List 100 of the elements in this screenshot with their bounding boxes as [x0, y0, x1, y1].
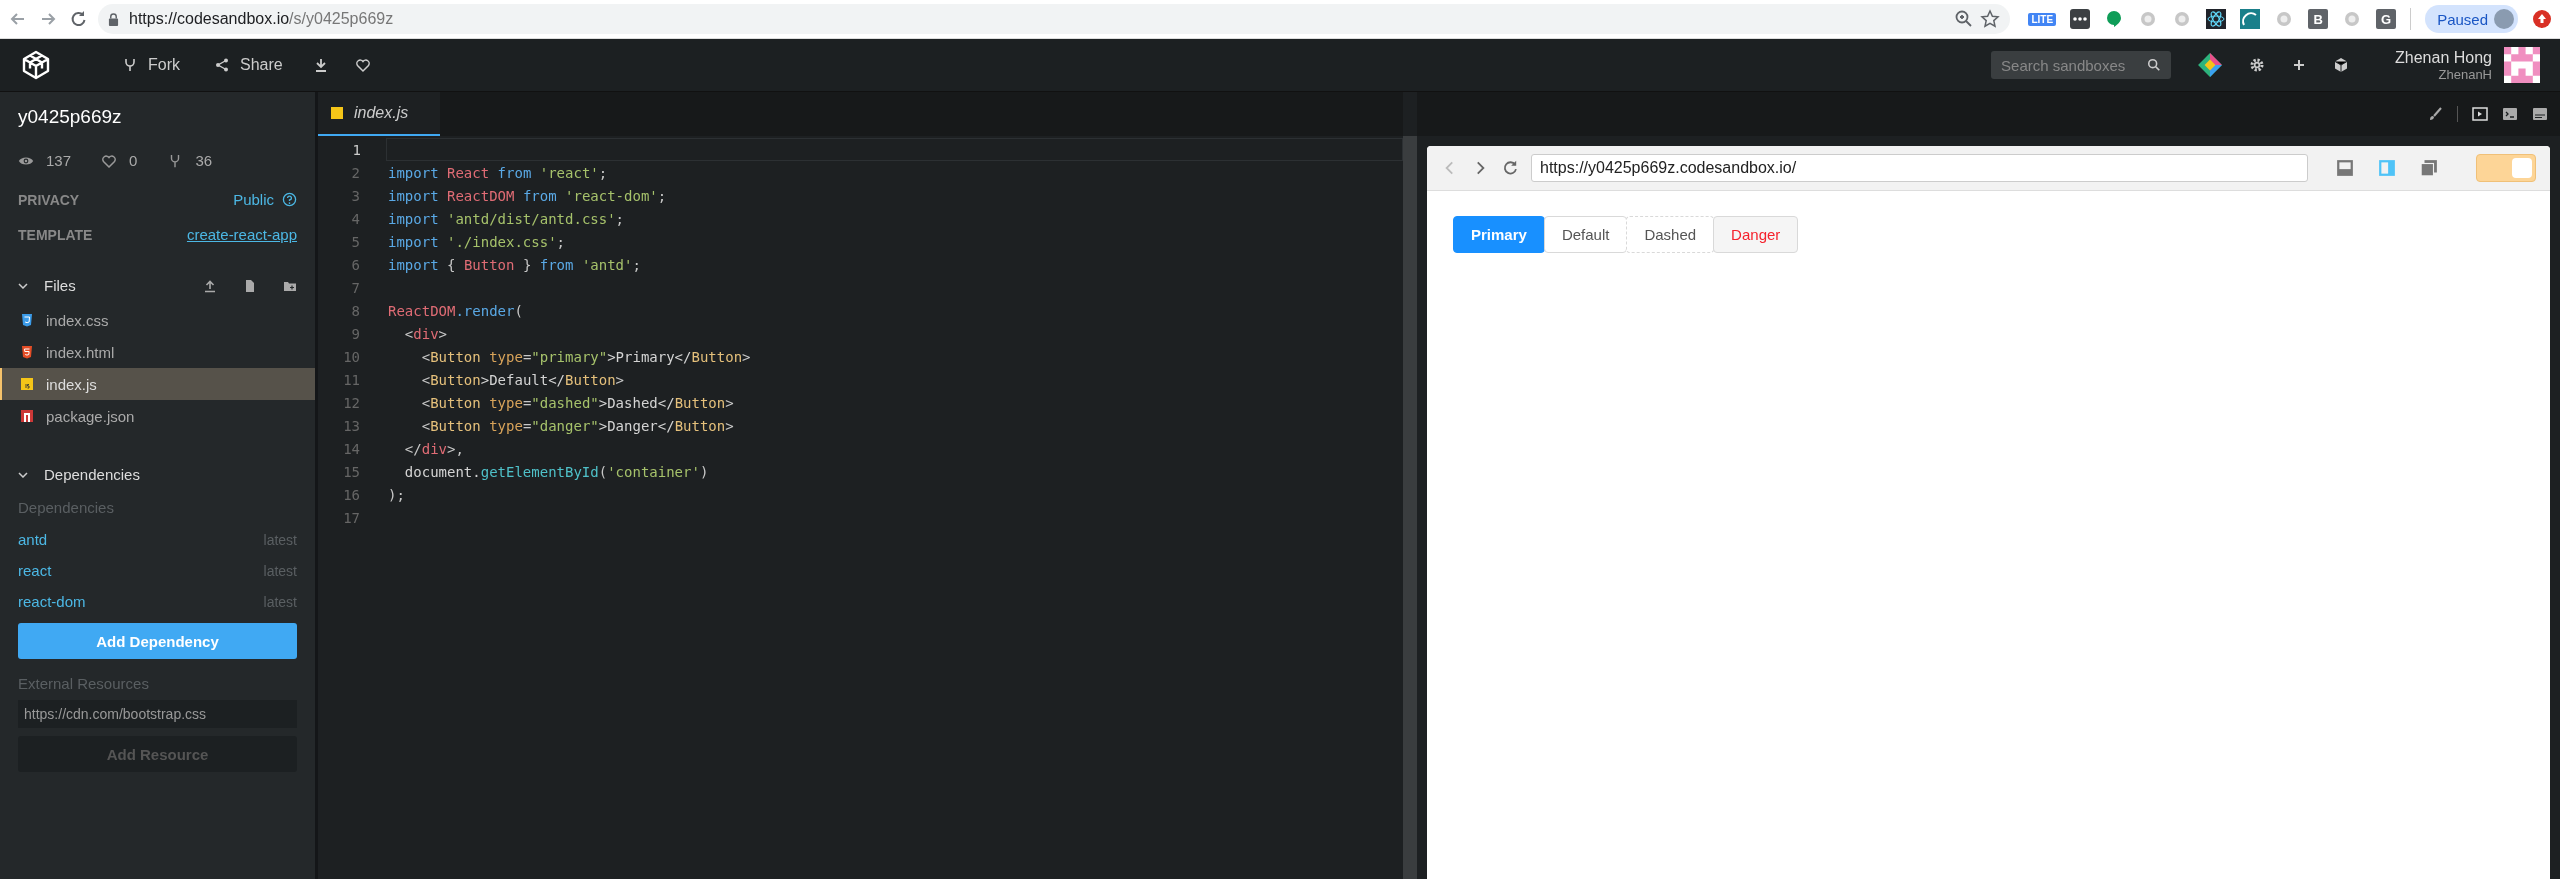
- code-line: <div>: [403, 325, 448, 342]
- heart-icon[interactable]: [354, 57, 371, 73]
- settings-icon[interactable]: [2249, 57, 2266, 73]
- line-number: 8: [350, 302, 360, 319]
- console-icon[interactable]: [2532, 106, 2548, 122]
- code-line: );: [388, 486, 405, 503]
- file-type-icon: [20, 313, 34, 327]
- code-line: import './index.css';: [388, 233, 566, 250]
- url-path: /s/y0425p669z: [289, 10, 394, 28]
- extension-icon[interactable]: G: [2376, 9, 2397, 29]
- line-number: 7: [350, 279, 360, 296]
- file-item[interactable]: index.html: [0, 336, 315, 368]
- toggle-switch[interactable]: [2476, 154, 2536, 182]
- file-type-icon: [20, 409, 34, 423]
- file-type-icon: [20, 345, 34, 359]
- files-section-header[interactable]: Files: [0, 277, 315, 294]
- line-number: 13: [342, 417, 360, 434]
- terminal-icon[interactable]: [2502, 106, 2518, 122]
- line-number: 16: [342, 486, 360, 503]
- js-file-icon: [330, 106, 344, 120]
- extension-icon[interactable]: B: [2308, 9, 2329, 29]
- upload-icon[interactable]: [203, 278, 217, 293]
- dependencies-section-header[interactable]: Dependencies: [0, 466, 315, 483]
- line-number: 1: [351, 141, 361, 158]
- privacy-label: PRIVACY: [18, 191, 80, 208]
- star-icon[interactable]: [1980, 9, 2001, 29]
- share-icon: [214, 57, 230, 73]
- preview-window-icon[interactable]: [2472, 106, 2488, 122]
- search-field[interactable]: Search sandboxes: [1991, 51, 2172, 79]
- dependency-version: latest: [263, 562, 297, 579]
- code-line: <Button type="dashed">Dashed</Button>: [420, 394, 734, 411]
- sandbox-title: y0425p669z: [17, 106, 123, 128]
- line-number: 11: [342, 371, 360, 388]
- dependencies-label: Dependencies: [17, 499, 115, 516]
- code-line: import { Button } from 'antd';: [388, 256, 641, 273]
- file-item[interactable]: index.css: [0, 304, 315, 336]
- file-item[interactable]: package.json: [0, 400, 315, 432]
- bottom-panel-icon[interactable]: [2336, 159, 2354, 177]
- dependency-name[interactable]: antd: [18, 531, 48, 548]
- profile-button[interactable]: Paused: [2425, 5, 2518, 33]
- code-line: document.getElementById('container'): [403, 463, 709, 480]
- line-number: 6: [350, 256, 360, 273]
- new-file-icon[interactable]: [243, 278, 257, 293]
- line-number: 14: [342, 440, 360, 457]
- code-line: import React from 'react';: [388, 164, 608, 181]
- line-number: 12: [342, 394, 360, 411]
- line-number: 15: [342, 463, 360, 480]
- file-item[interactable]: index.js: [0, 368, 315, 400]
- extension-badge[interactable]: LITE: [2028, 12, 2057, 26]
- search-icon: [2147, 58, 2162, 72]
- help-icon[interactable]: [282, 192, 297, 207]
- demo-button[interactable]: Default: [1543, 216, 1628, 253]
- resource-url-field[interactable]: https://cdn.com/bootstrap.css: [18, 700, 297, 728]
- line-number: 5: [350, 233, 360, 250]
- wave-icon[interactable]: [2240, 9, 2261, 29]
- line-number: 17: [342, 509, 360, 526]
- template-label: TEMPLATE: [18, 226, 93, 243]
- privacy-value[interactable]: Public: [233, 191, 274, 208]
- code-line: <Button type="primary">Primary</Button>: [420, 348, 751, 365]
- address-bar[interactable]: https://codesandbox.io/s/y0425p669z: [98, 4, 2011, 34]
- brush-icon[interactable]: [2427, 106, 2443, 122]
- fork-button[interactable]: Fork: [118, 52, 184, 78]
- dependency-version: latest: [263, 531, 297, 548]
- file-tab[interactable]: index.js: [318, 92, 441, 136]
- dependency-name[interactable]: react: [18, 562, 52, 579]
- cube-logo-icon[interactable]: [20, 49, 52, 81]
- user-handle: ZhenanH: [2438, 66, 2492, 82]
- line-number: 10: [342, 348, 360, 365]
- template-link[interactable]: create-react-app: [186, 226, 297, 243]
- code-line: ReactDOM.render(: [388, 302, 523, 319]
- scrollbar[interactable]: [1403, 136, 1417, 879]
- line-number: 9: [350, 325, 360, 342]
- user-name: Zhenan Hong: [2395, 48, 2492, 67]
- avatar-icon: [2494, 9, 2514, 29]
- code-line: import 'antd/dist/antd.css';: [388, 210, 625, 227]
- lock-icon: [108, 12, 119, 26]
- line-number: 4: [350, 210, 360, 227]
- atom-icon[interactable]: [2206, 9, 2227, 29]
- share-button[interactable]: Share: [210, 52, 287, 78]
- stat-count: 0: [129, 152, 138, 169]
- code-line: import ReactDOM from 'react-dom';: [388, 187, 667, 204]
- fork-icon: [122, 57, 138, 73]
- stat-count: 36: [195, 152, 213, 169]
- box-icon[interactable]: [2333, 57, 2350, 73]
- code-line: </div>,: [403, 440, 464, 457]
- diamond-logo-icon[interactable]: [2197, 52, 2224, 78]
- window-stack-icon[interactable]: [2420, 159, 2438, 177]
- demo-button[interactable]: Dashed: [1626, 216, 1715, 253]
- external-resources-label: External Resources: [17, 675, 150, 692]
- reload-icon[interactable]: [1501, 159, 1519, 177]
- update-icon[interactable]: [2532, 9, 2552, 29]
- line-number: 2: [350, 164, 360, 181]
- preview-url-field[interactable]: https://y0425p669z.codesandbox.io/: [1531, 154, 2308, 182]
- stat-count: 137: [46, 152, 72, 169]
- dots-icon[interactable]: [2070, 9, 2091, 29]
- demo-button[interactable]: Danger: [1713, 216, 1799, 253]
- url-host: https://codesandbox.io: [129, 10, 290, 28]
- dependency-name[interactable]: react-dom: [18, 593, 86, 610]
- code-line: <Button type="danger">Danger</Button>: [420, 417, 734, 434]
- line-number: 3: [350, 187, 360, 204]
